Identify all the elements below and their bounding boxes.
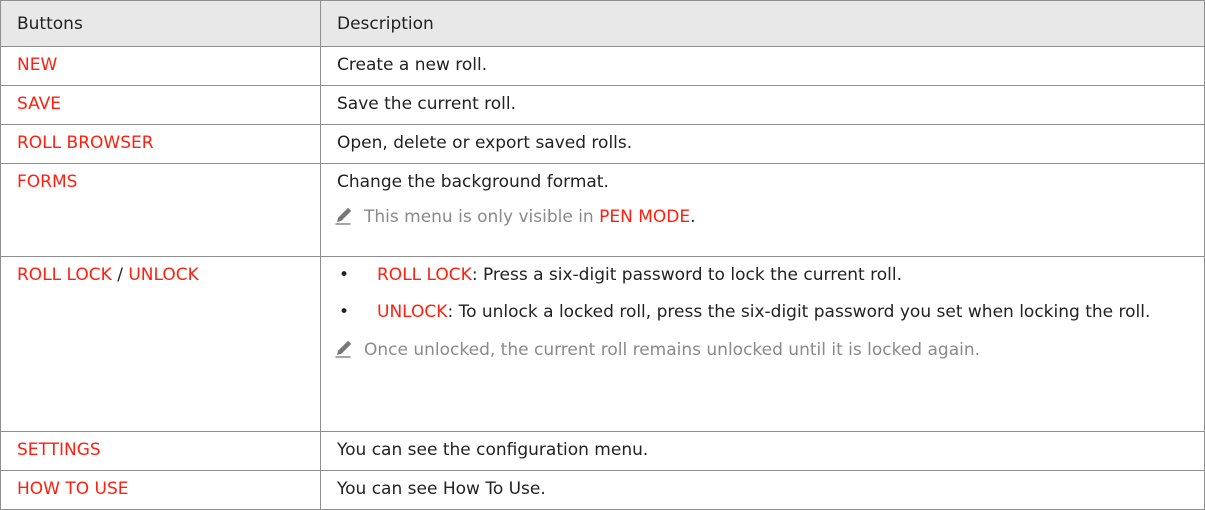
header-description: Description [320,0,1205,47]
description-cell: Change the background format. This menu … [320,163,1205,257]
description-cell: You can see How To Use. [320,470,1205,510]
note-text: Once unlocked, the current roll remains … [364,340,981,360]
description-cell: Open, delete or export saved rolls. [320,124,1205,164]
note: This menu is only visible in PEN MODE. [335,206,1188,228]
button-name-cell: SAVE [0,85,321,125]
table-row: FORMS Change the background format. This… [0,163,1205,257]
pencil-icon [335,340,352,358]
bullet-icon: • [339,265,350,285]
description-cell: Save the current roll. [320,85,1205,125]
bullet-icon: • [339,302,350,322]
bullet-term: ROLL LOCK [377,265,472,285]
button-name-settings: SETTINGS [17,440,101,460]
button-name-roll-browser: ROLL BROWSER [17,133,154,153]
table-row: NEW Create a new roll. [0,46,1205,86]
button-name-how-to-use: HOW TO USE [17,479,129,499]
bullet-term: UNLOCK [377,302,448,322]
note-text: This menu is only visible in [364,207,600,227]
table-row: SETTINGS You can see the configuration m… [0,431,1205,471]
button-name-cell: HOW TO USE [0,470,321,510]
table-row: SAVE Save the current roll. [0,85,1205,125]
button-name-cell: FORMS [0,163,321,257]
note-end: . [690,207,696,227]
buttons-table: Buttons Description NEW Create a new rol… [0,0,1205,510]
button-name-cell: ROLL BROWSER [0,124,321,164]
pencil-icon [335,207,352,225]
note: Once unlocked, the current roll remains … [335,339,1188,361]
button-name-unlock: UNLOCK [128,265,199,285]
button-name-cell: SETTINGS [0,431,321,471]
table-row: ROLL BROWSER Open, delete or export save… [0,124,1205,164]
list-item: • UNLOCK: To unlock a locked roll, press… [337,299,1188,326]
description-text: Change the background format. [337,172,609,192]
button-name-save: SAVE [17,94,62,114]
list-item: • ROLL LOCK: Press a six-digit password … [337,264,1188,286]
table-row: ROLL LOCK / UNLOCK • ROLL LOCK: Press a … [0,256,1205,432]
button-name-cell: NEW [0,46,321,86]
bullet-list: • ROLL LOCK: Press a six-digit password … [337,264,1188,326]
table-row: HOW TO USE You can see How To Use. [0,470,1205,510]
button-name-forms: FORMS [17,172,78,192]
button-name-new: NEW [17,55,58,75]
description-cell: • ROLL LOCK: Press a six-digit password … [320,256,1205,432]
bullet-text: : To unlock a locked roll, press the six… [447,302,1151,322]
bullet-text: : Press a six-digit password to lock the… [471,265,902,285]
button-name-roll-lock: ROLL LOCK [17,265,112,285]
header-buttons: Buttons [0,0,321,47]
description-cell: You can see the configuration menu. [320,431,1205,471]
button-name-cell: ROLL LOCK / UNLOCK [0,256,321,432]
description-cell: Create a new roll. [320,46,1205,86]
note-highlight: PEN MODE [599,207,691,227]
table-header-row: Buttons Description [0,0,1205,47]
separator: / [111,265,129,285]
